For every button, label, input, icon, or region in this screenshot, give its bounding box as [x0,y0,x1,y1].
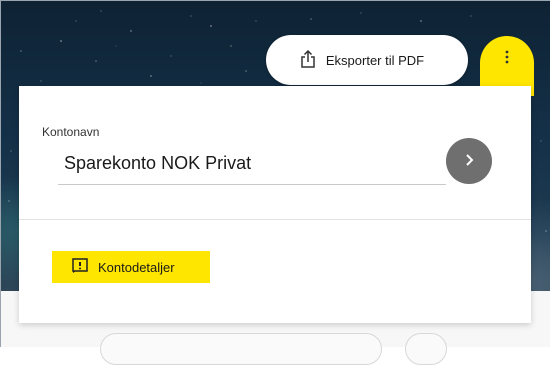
hidden-pill-small [405,333,447,365]
info-box-icon [72,257,88,277]
account-details-button[interactable]: Kontodetaljer [52,251,210,283]
hidden-pill [100,333,382,365]
export-pdf-label: Eksporter til PDF [325,52,425,68]
account-name-label: Kontonavn [42,125,100,139]
account-name-field[interactable] [58,143,446,185]
account-details-label: Kontodetaljer [98,259,175,275]
card-divider [19,219,531,220]
account-card [19,86,531,323]
go-button[interactable] [446,138,492,184]
export-pdf-button[interactable]: Eksporter til PDF [266,35,468,85]
chevron-right-icon [464,153,474,170]
share-upload-icon [300,49,316,72]
